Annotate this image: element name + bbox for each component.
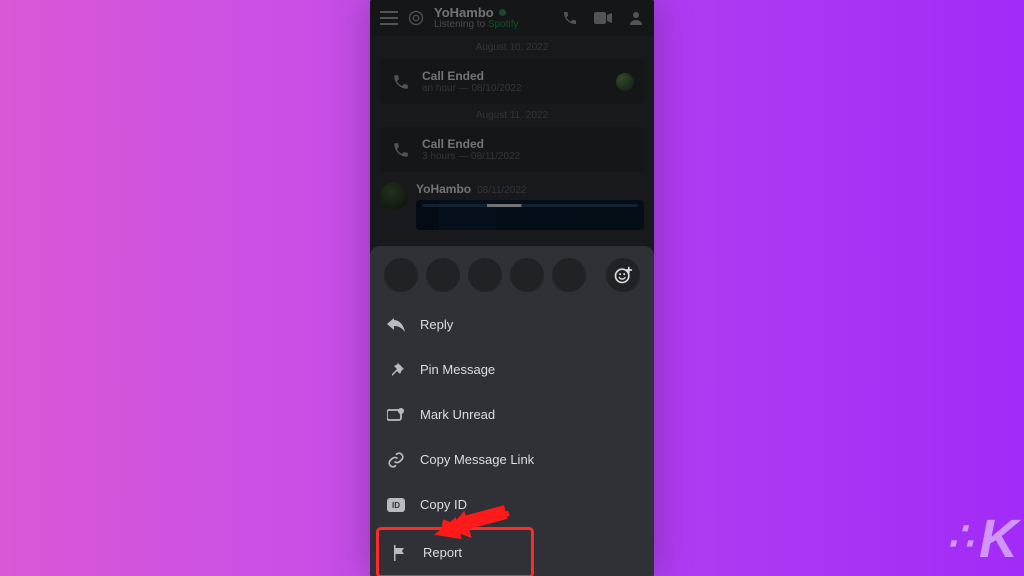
svg-text:ID: ID bbox=[392, 501, 400, 510]
reaction-slot[interactable] bbox=[426, 258, 460, 292]
flag-icon bbox=[389, 545, 409, 561]
action-label: Mark Unread bbox=[420, 407, 495, 422]
action-copy-id[interactable]: ID Copy ID bbox=[370, 482, 654, 527]
link-icon bbox=[386, 451, 406, 469]
action-reply[interactable]: Reply bbox=[370, 302, 654, 347]
reaction-slot[interactable] bbox=[510, 258, 544, 292]
reaction-slot[interactable] bbox=[468, 258, 502, 292]
unread-icon bbox=[386, 408, 406, 422]
quick-reactions-row bbox=[370, 258, 654, 302]
pin-icon bbox=[386, 362, 406, 378]
action-label: Report bbox=[423, 545, 462, 560]
message-action-sheet: Reply Pin Message Mark Unread Copy Messa… bbox=[370, 246, 654, 576]
action-label: Pin Message bbox=[420, 362, 495, 377]
watermark-dots: ∴ bbox=[948, 514, 979, 560]
action-mark-unread[interactable]: Mark Unread bbox=[370, 392, 654, 437]
action-pin[interactable]: Pin Message bbox=[370, 347, 654, 392]
reaction-slot[interactable] bbox=[552, 258, 586, 292]
site-watermark: ∴ K bbox=[948, 508, 1018, 570]
id-icon: ID bbox=[386, 498, 406, 512]
report-highlight-annotation: Report bbox=[376, 527, 534, 576]
discord-mobile-screen: YoHambo Listening to Spotify August 10, … bbox=[370, 0, 654, 576]
action-label: Copy ID bbox=[420, 497, 467, 512]
action-label: Reply bbox=[420, 317, 453, 332]
action-label: Copy Message Link bbox=[420, 452, 534, 467]
add-reaction-button[interactable] bbox=[606, 258, 640, 292]
reply-icon bbox=[386, 318, 406, 332]
reaction-slot[interactable] bbox=[384, 258, 418, 292]
action-copy-link[interactable]: Copy Message Link bbox=[370, 437, 654, 482]
watermark-letter: K bbox=[979, 508, 1018, 570]
action-report[interactable]: Report bbox=[379, 530, 531, 575]
